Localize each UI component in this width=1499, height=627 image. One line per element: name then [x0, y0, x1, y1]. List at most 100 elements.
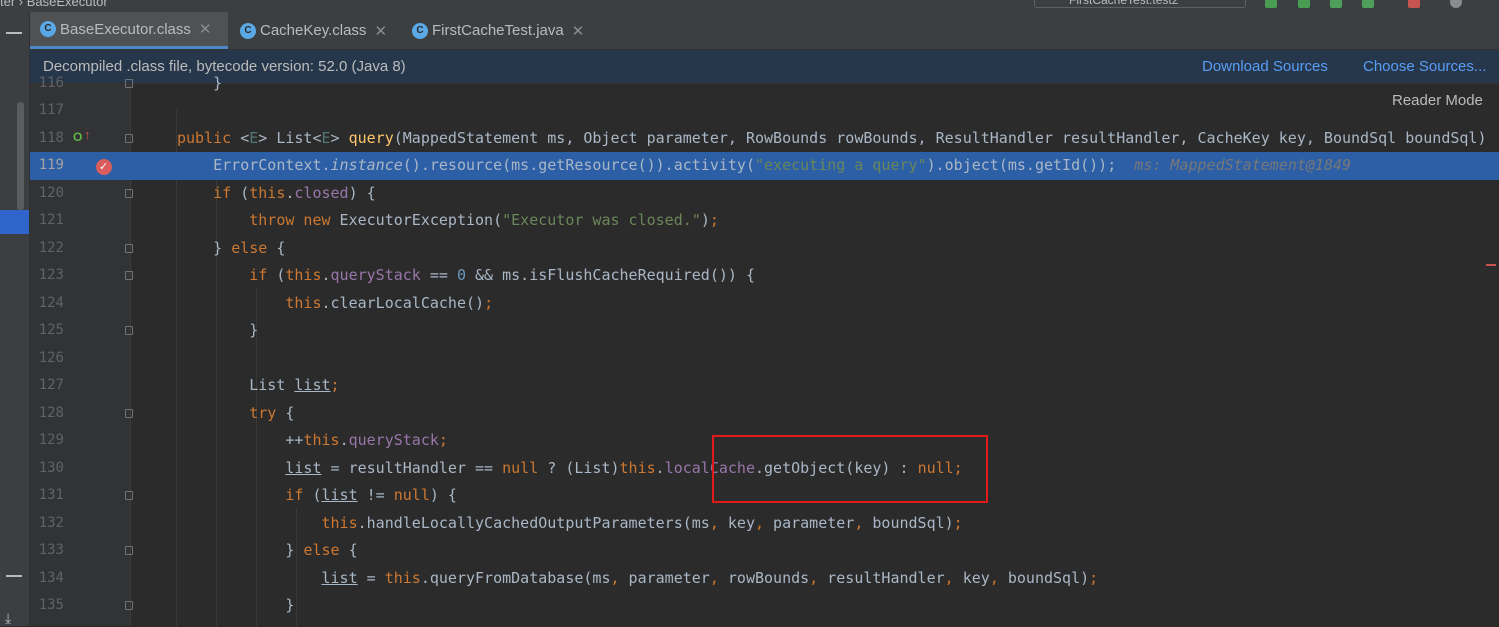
tab-label: BaseExecutor.class — [60, 20, 191, 38]
fold-icon[interactable] — [125, 491, 133, 500]
code-text: list = this.queryFromDatabase(ms, parame… — [321, 568, 1099, 587]
line-number: 124 — [38, 294, 64, 311]
editor-tab-bar: C BaseExecutor.class ✕ C CacheKey.class … — [30, 12, 1499, 50]
fold-icon[interactable] — [125, 326, 133, 335]
code-text: } — [177, 74, 223, 92]
line-number: 129 — [38, 432, 64, 448]
line-number: 119 — [38, 157, 64, 173]
selected-panel-item[interactable] — [0, 210, 29, 234]
line-number: 127 — [38, 377, 64, 393]
search-icon[interactable] — [1450, 0, 1462, 8]
code-text: public <E> List<E> query(MappedStatement… — [177, 128, 1487, 147]
code-line[interactable]: 127 List list; — [30, 372, 1499, 400]
collapse-icon[interactable] — [6, 32, 22, 34]
code-line[interactable]: 118 public <E> List<E> query(MappedState… — [30, 125, 1499, 153]
line-number: 126 — [38, 349, 64, 366]
code-text: if (this.queryStack == 0 && ms.isFlushCa… — [249, 266, 755, 284]
error-stripe-marker[interactable] — [1486, 264, 1496, 266]
line-number: 116 — [38, 75, 64, 91]
code-line[interactable]: 117 — [30, 97, 1499, 125]
code-text: ++this.queryStack; — [177, 431, 448, 449]
download-icon[interactable]: ⤓ — [5, 610, 11, 627]
code-text: this.clearLocalCache(); — [285, 293, 494, 312]
breadcrumb[interactable]: ter › BaseExecutor — [0, 0, 108, 9]
code-line[interactable]: 126 — [30, 345, 1499, 373]
fold-icon[interactable] — [125, 79, 133, 88]
line-number: 134 — [38, 569, 64, 586]
line-number: 128 — [38, 404, 64, 421]
line-number: 125 — [38, 322, 64, 338]
tab-first-cache-test[interactable]: C FirstCacheTest.java ✕ — [402, 12, 602, 49]
code-line-highlighted[interactable]: 119 ErrorContext.instance().resource(ms.… — [30, 152, 1499, 180]
profile-icon[interactable] — [1362, 0, 1374, 8]
code-line[interactable]: 128 try { — [30, 400, 1499, 428]
breakpoint-icon[interactable]: ✓ — [96, 159, 112, 175]
close-icon[interactable]: ✕ — [572, 22, 585, 40]
code-text: } — [177, 596, 295, 614]
line-number: 132 — [38, 514, 64, 531]
code-text: this.handleLocallyCachedOutputParameters… — [321, 513, 963, 532]
code-text: } — [177, 321, 259, 339]
code-line[interactable]: 121 throw new ExecutorException("Executo… — [30, 207, 1499, 235]
code-line[interactable]: 125 } — [30, 317, 1499, 345]
line-number: 120 — [38, 184, 64, 201]
code-text: throw new ExecutorException("Executor wa… — [249, 211, 719, 229]
code-text: List list; — [177, 376, 340, 394]
code-text: if (list != null) { — [285, 486, 457, 504]
minimize-icon[interactable] — [6, 575, 22, 577]
close-icon[interactable]: ✕ — [199, 20, 212, 38]
run-icon[interactable] — [1265, 0, 1277, 8]
coverage-icon[interactable] — [1330, 0, 1342, 8]
code-text: } else { — [177, 541, 358, 559]
left-tool-strip: ⤓ — [0, 12, 30, 626]
line-number: 130 — [38, 459, 64, 476]
debug-icon[interactable] — [1298, 0, 1310, 8]
fold-icon[interactable] — [125, 601, 133, 610]
code-line[interactable]: 122 } else { — [30, 235, 1499, 263]
java-class-icon: C — [412, 22, 428, 39]
code-text: if (this.closed) { — [213, 183, 376, 202]
line-number: 135 — [38, 597, 64, 613]
code-text: } else { — [177, 238, 286, 257]
code-text: try { — [249, 403, 295, 422]
fold-icon[interactable] — [125, 188, 133, 198]
fold-icon[interactable] — [125, 546, 133, 555]
code-line[interactable]: 124 this.clearLocalCache(); — [30, 290, 1499, 318]
panel-scrollbar[interactable] — [17, 102, 24, 210]
line-number: 131 — [38, 487, 64, 503]
code-line[interactable]: 120 if (this.closed) { — [30, 180, 1499, 208]
code-line[interactable]: 132 this.handleLocallyCachedOutputParame… — [30, 510, 1499, 538]
reader-mode-button[interactable]: Reader Mode — [1392, 92, 1483, 109]
inline-debug-hint: ms: MappedStatement@1849 — [1134, 156, 1352, 174]
line-number: 118 — [38, 129, 64, 146]
code-line[interactable]: 133 } else { — [30, 537, 1499, 565]
line-number: 123 — [38, 267, 64, 283]
code-line[interactable]: 116 } — [30, 70, 1499, 98]
tab-label: FirstCacheTest.java — [432, 22, 564, 39]
line-number: 121 — [38, 212, 64, 228]
breakpoint-check-icon: ✓ — [99, 161, 109, 173]
annotation-highlight-box — [712, 435, 988, 503]
tab-label: CacheKey.class — [260, 22, 367, 39]
code-line[interactable]: 123 if (this.queryStack == 0 && ms.isFlu… — [30, 262, 1499, 290]
tab-cache-key[interactable]: C CacheKey.class ✕ — [230, 12, 406, 49]
class-file-icon: C — [240, 22, 256, 39]
code-line[interactable]: 134 list = this.queryFromDatabase(ms, pa… — [30, 565, 1499, 593]
line-number: 133 — [38, 542, 64, 558]
code-text: ErrorContext.instance().resource(ms.getR… — [177, 156, 1352, 174]
tab-base-executor[interactable]: C BaseExecutor.class ✕ — [30, 12, 228, 49]
override-arrow-icon[interactable]: ↑ — [84, 127, 91, 142]
close-icon[interactable]: ✕ — [374, 22, 387, 40]
stop-icon[interactable] — [1408, 0, 1420, 8]
fold-icon[interactable] — [125, 271, 133, 280]
line-number: 117 — [38, 102, 64, 118]
class-file-icon: C — [40, 21, 56, 37]
fold-icon[interactable] — [125, 133, 133, 143]
code-line[interactable]: 135 } — [30, 592, 1499, 620]
overriding-method-icon[interactable]: O — [73, 130, 82, 144]
run-configuration-selector[interactable]: FirstCacheTest.test2 — [1034, 0, 1246, 8]
line-number: 122 — [38, 239, 64, 256]
fold-icon[interactable] — [125, 243, 133, 253]
fold-icon[interactable] — [125, 408, 133, 418]
top-toolbar: ter › BaseExecutor FirstCacheTest.test2 — [0, 0, 1499, 12]
